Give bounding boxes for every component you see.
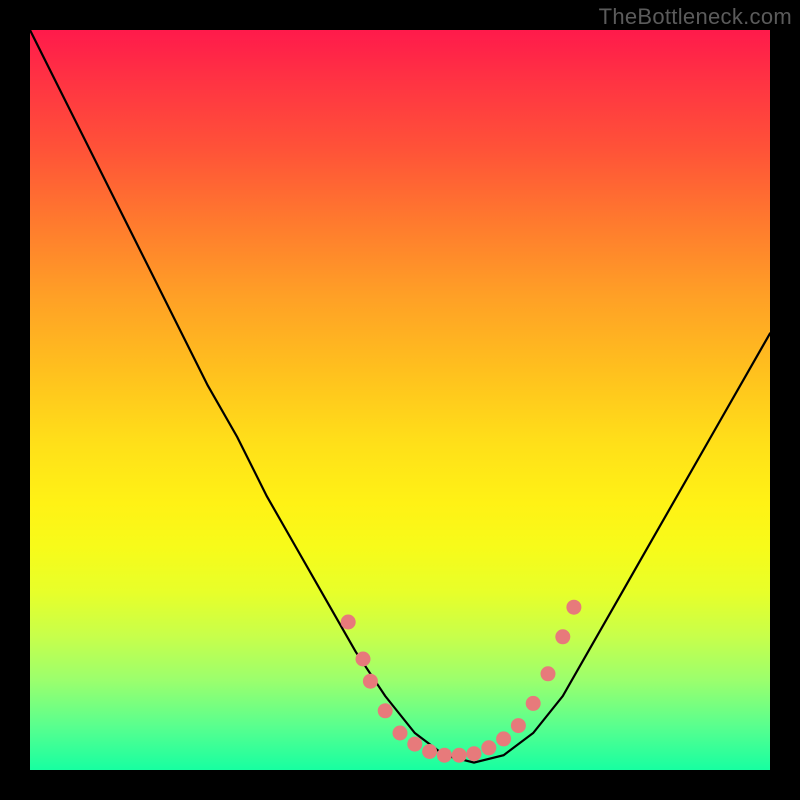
highlight-dot — [341, 615, 356, 630]
highlight-dot — [422, 744, 437, 759]
highlight-dot — [356, 652, 371, 667]
chart-container: TheBottleneck.com — [0, 0, 800, 800]
highlight-dots-group — [341, 600, 582, 763]
highlight-dot — [407, 737, 422, 752]
highlight-dot — [555, 629, 570, 644]
highlight-dot — [378, 703, 393, 718]
watermark-text: TheBottleneck.com — [599, 4, 792, 30]
highlight-dot — [393, 726, 408, 741]
highlight-dot — [481, 740, 496, 755]
bottleneck-curve — [30, 30, 770, 763]
highlight-dot — [566, 600, 581, 615]
highlight-dot — [452, 748, 467, 763]
highlight-dot — [363, 674, 378, 689]
plot-area — [30, 30, 770, 770]
highlight-dot — [511, 718, 526, 733]
highlight-dot — [467, 746, 482, 761]
curve-svg — [30, 30, 770, 770]
highlight-dot — [496, 731, 511, 746]
highlight-dot — [541, 666, 556, 681]
highlight-dot — [526, 696, 541, 711]
highlight-dot — [437, 748, 452, 763]
